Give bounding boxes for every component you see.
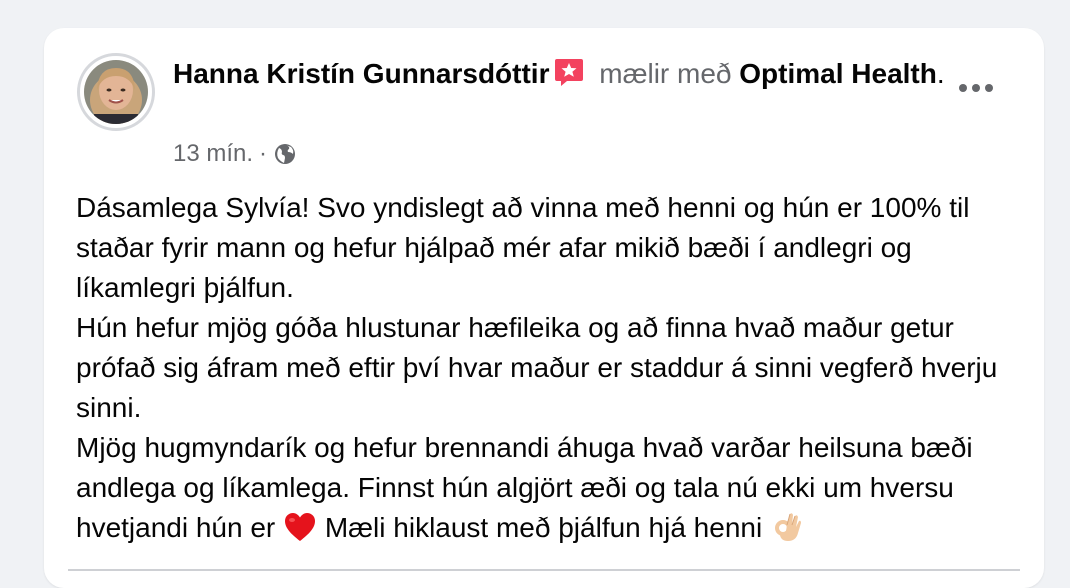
more-options-button[interactable] bbox=[956, 76, 996, 100]
post-divider bbox=[68, 569, 1020, 571]
meta-separator: · bbox=[259, 140, 268, 167]
avatar-image bbox=[84, 60, 148, 124]
page-name[interactable]: Optimal Health bbox=[739, 58, 937, 89]
author-name[interactable]: Hanna Kristín Gunnarsdóttir bbox=[173, 58, 549, 89]
globe-icon[interactable] bbox=[273, 142, 297, 166]
author-avatar[interactable] bbox=[77, 53, 155, 131]
post-paragraph: Dásamlega Sylvía! Svo yndislegt að vinna… bbox=[76, 192, 970, 303]
post-paragraph-last: Mjög hugmyndarík og hefur brennandi áhug… bbox=[76, 428, 1026, 548]
post-meta: 13 mín. · bbox=[173, 138, 297, 170]
red-heart-icon bbox=[283, 511, 317, 543]
recommend-star-icon bbox=[553, 57, 585, 87]
post-header: Hanna Kristín Gunnarsdóttir mælir með Op… bbox=[173, 54, 953, 94]
post-card: Hanna Kristín Gunnarsdóttir mælir með Op… bbox=[44, 28, 1044, 588]
header-period: . bbox=[936, 58, 945, 89]
post-body: Dásamlega Sylvía! Svo yndislegt að vinna… bbox=[76, 188, 1026, 548]
post-paragraph: Hún hefur mjög góða hlustunar hæfileika … bbox=[76, 312, 998, 423]
action-text: mælir með bbox=[599, 58, 732, 89]
post-text-segment: Mæli hiklaust með þjálfun hjá henni bbox=[324, 512, 763, 543]
post-timestamp[interactable]: 13 mín. bbox=[173, 138, 253, 170]
more-options-icon bbox=[959, 84, 967, 92]
ok-hand-icon bbox=[770, 511, 804, 543]
